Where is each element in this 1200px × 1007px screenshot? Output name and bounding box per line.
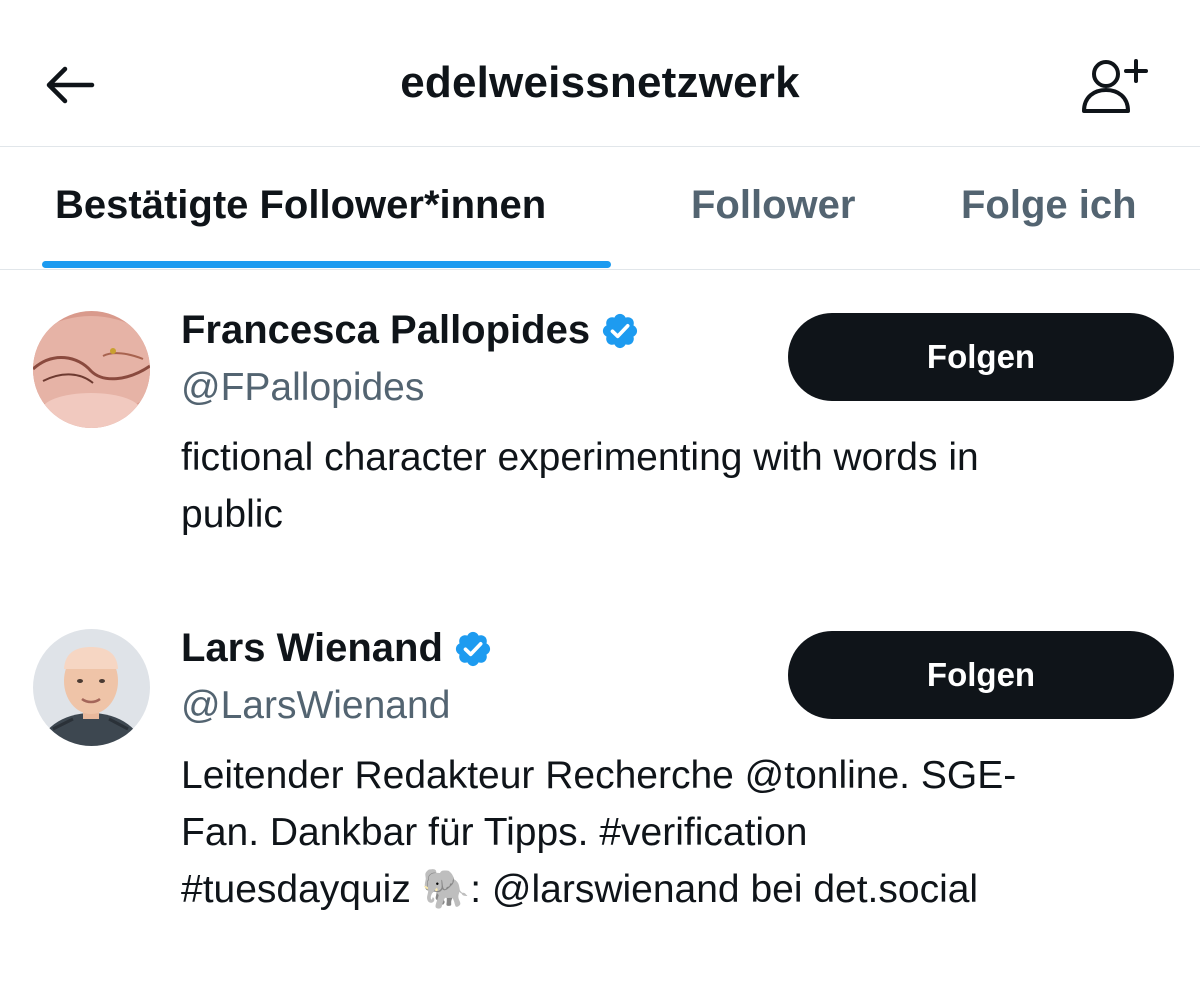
person-plus-icon bbox=[1082, 59, 1148, 113]
top-bar: edelweissnetzwerk bbox=[0, 0, 1200, 147]
user-name-row: Lars Wienand bbox=[181, 626, 493, 671]
verified-badge-icon bbox=[600, 311, 640, 351]
avatar[interactable] bbox=[33, 629, 150, 746]
tab-followers[interactable]: Follower bbox=[691, 183, 855, 228]
page-title: edelweissnetzwerk bbox=[400, 58, 800, 107]
user-bio: Leitender Redakteur Recherche @tonline. … bbox=[181, 747, 1141, 918]
bio-line: Fan. Dankbar für Tipps. #verification bbox=[181, 811, 808, 854]
user-name: Lars Wienand bbox=[181, 626, 443, 670]
user-handle: @FPallopides bbox=[181, 366, 425, 409]
verified-badge-icon bbox=[453, 629, 493, 669]
bio-line: fictional character experimenting with w… bbox=[181, 436, 979, 479]
add-user-button[interactable] bbox=[1070, 46, 1160, 126]
avatar[interactable] bbox=[33, 311, 150, 428]
bio-line: #tuesdayquiz 🐘: @larswienand bei det.soc… bbox=[181, 868, 979, 911]
tab-verified-followers[interactable]: Bestätigte Follower*innen bbox=[55, 183, 546, 228]
user-name-row: Francesca Pallopides bbox=[181, 308, 640, 353]
follow-button[interactable]: Folgen bbox=[788, 631, 1174, 719]
bio-line: Leitender Redakteur Recherche @tonline. … bbox=[181, 754, 1017, 797]
tab-following[interactable]: Folge ich bbox=[961, 183, 1137, 228]
user-name: Francesca Pallopides bbox=[181, 308, 591, 352]
tab-bar: Bestätigte Follower*innen Follower Folge… bbox=[0, 147, 1200, 270]
bio-line: public bbox=[181, 493, 283, 536]
user-list-item[interactable]: Lars Wienand @LarsWienand Folgen Leitend… bbox=[0, 588, 1200, 988]
user-bio: fictional character experimenting with w… bbox=[181, 429, 1141, 543]
user-handle: @LarsWienand bbox=[181, 684, 451, 727]
active-tab-indicator bbox=[42, 261, 611, 268]
follow-button[interactable]: Folgen bbox=[788, 313, 1174, 401]
user-list-item[interactable]: Francesca Pallopides @FPallopides Folgen… bbox=[0, 270, 1200, 570]
